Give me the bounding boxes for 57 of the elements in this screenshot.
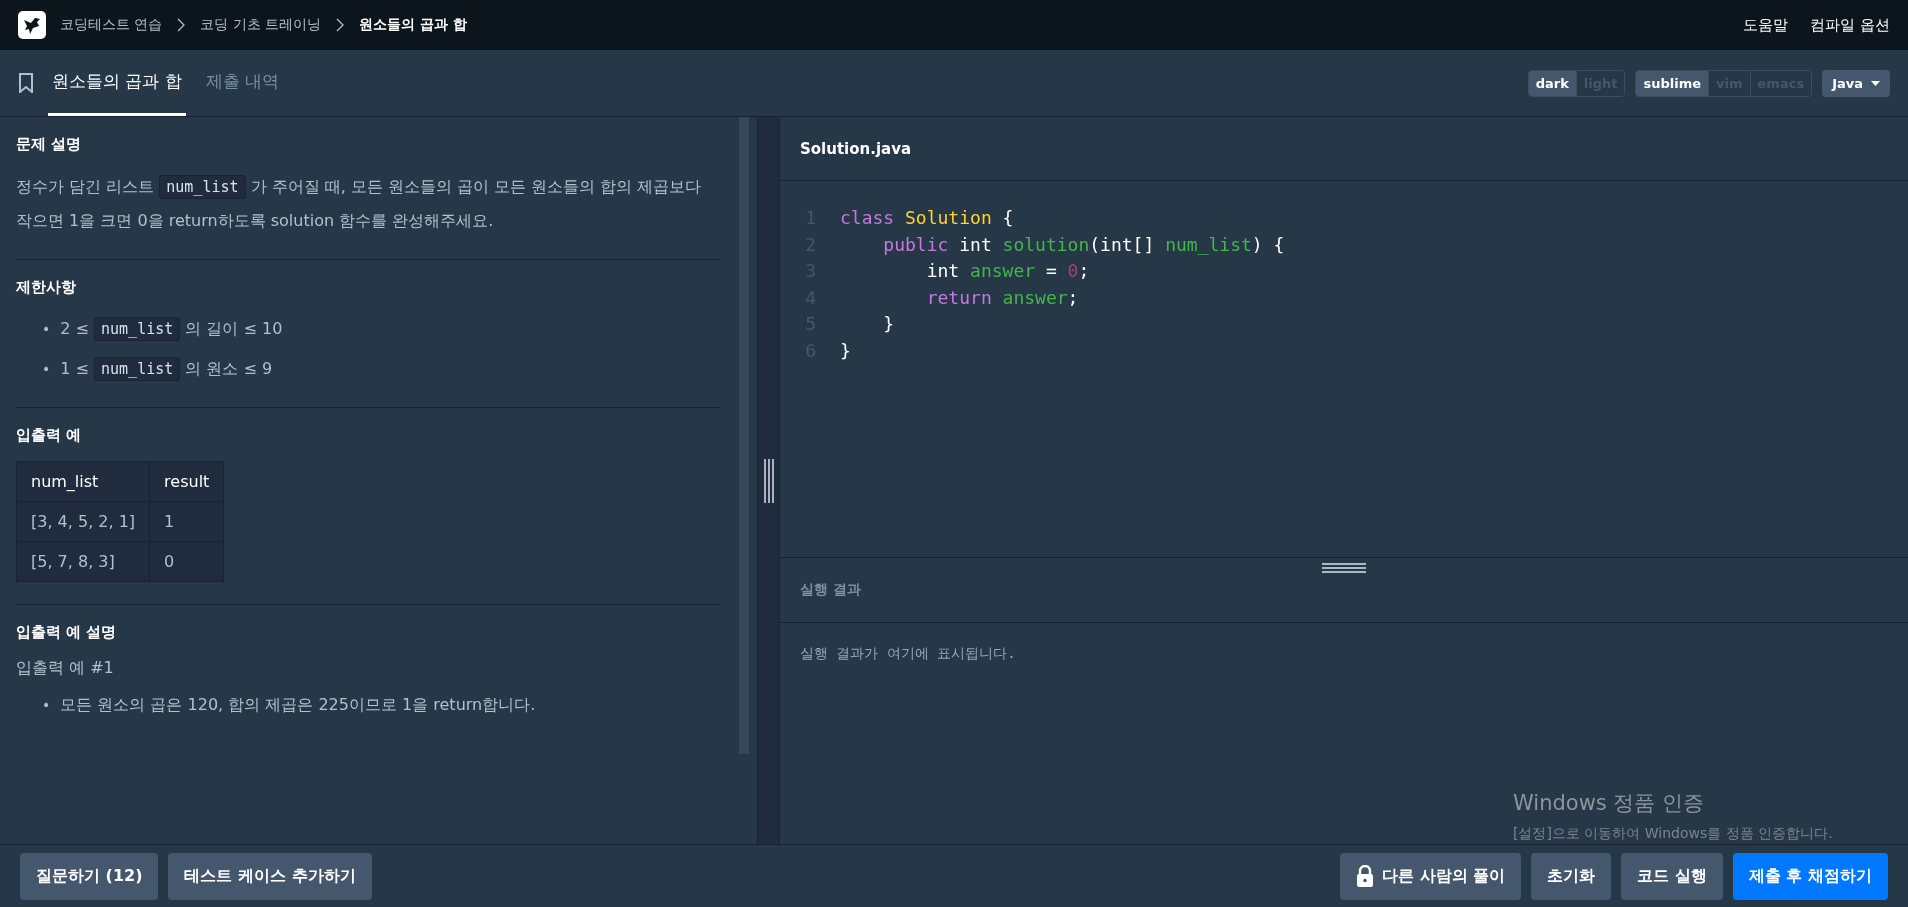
action-button[interactable]: 초기화: [1531, 852, 1612, 900]
chevron-right-icon: [335, 18, 346, 32]
result-title: 실행 결과: [800, 581, 861, 599]
tab[interactable]: 원소들의 곱과 합: [48, 50, 186, 116]
file-name: Solution.java: [800, 139, 912, 158]
language-dropdown[interactable]: Java: [1822, 69, 1890, 97]
tab[interactable]: 제출 내역: [201, 50, 284, 116]
toggle-option[interactable]: sublime: [1636, 70, 1709, 96]
bullet-marker: •: [42, 321, 51, 337]
bookmark-icon[interactable]: [18, 73, 34, 93]
example-subheading: 입출력 예 #1: [16, 658, 115, 679]
bullet-item: 2 ≤ num_list 의 길이 ≤ 10: [60, 313, 283, 345]
table-cell: 1: [149, 501, 224, 542]
result-message: 실행 결과가 여기에 표시됩니다.: [800, 645, 1016, 661]
nav-link[interactable]: 컴파일 옵션: [1810, 15, 1890, 35]
section-heading: 입출력 예: [16, 426, 83, 445]
activation-notice-text: [설정]으로 이동하여 Windows를 정품 인증합니다.: [1513, 825, 1833, 843]
action-button[interactable]: 질문하기 (12): [20, 852, 159, 900]
activation-notice-title: Windows 정품 인증: [1513, 790, 1705, 817]
code-line: return answer;: [925, 285, 1079, 310]
section-heading: 문제 설명: [16, 135, 83, 154]
inline-code: num_list: [94, 317, 181, 341]
logo-icon[interactable]: [18, 11, 46, 39]
bullet-item: 1 ≤ num_list 의 원소 ≤ 9: [60, 353, 273, 385]
bullet-item: 모든 원소의 곱은 120, 합의 제곱은 225이므로 1을 return합니다.: [60, 694, 536, 716]
table-cell: [5, 7, 8, 3]: [16, 541, 150, 582]
toggle-option[interactable]: dark: [1528, 70, 1576, 96]
lock-icon: [1356, 865, 1375, 887]
action-button[interactable]: 코드 실행: [1621, 852, 1723, 900]
table-header: result: [149, 461, 224, 502]
description-text: 정수가 담긴 리스트 num_list 가 주어질 때, 모든 원소들의 곱이 모든 원소들의 합의 제곱보다 작으면 1을 크면 0을 return하도록 solution 함수를 완성해주세요.: [16, 174, 703, 232]
breadcrumb-link[interactable]: 원소들의 곱과 합: [359, 16, 468, 34]
chevron-right-icon: [176, 18, 187, 32]
caret-icon: [1871, 80, 1880, 86]
breadcrumb-link[interactable]: 코딩 기초 트레이닝: [200, 16, 322, 34]
code-line: }: [840, 338, 851, 363]
submit-button[interactable]: 제출 후 채점하기: [1732, 852, 1888, 900]
scrollbar-thumb[interactable]: [739, 117, 749, 754]
bullet-marker: •: [42, 697, 51, 713]
section-heading: 제한사항: [16, 278, 77, 297]
table-cell: [3, 4, 5, 2, 1]: [16, 501, 150, 542]
action-button[interactable]: 다른 사람의 풀이: [1340, 852, 1522, 900]
inline-code: num_list: [159, 175, 246, 199]
code-line: class Solution {: [840, 206, 1014, 230]
breadcrumb-link[interactable]: 코딩테스트 연습: [60, 16, 163, 34]
resize-handle-icon[interactable]: [1322, 562, 1366, 574]
action-button[interactable]: 테스트 케이스 추가하기: [168, 852, 372, 900]
table-cell: 0: [149, 541, 224, 582]
code-line: public int solution(int[] num_list) {: [882, 232, 1285, 257]
table-header: num_list: [16, 461, 150, 502]
inline-code: num_list: [94, 357, 181, 381]
bullet-marker: •: [42, 361, 51, 377]
section-heading: 입출력 예 설명: [16, 623, 118, 642]
nav-link[interactable]: 도움말: [1743, 15, 1789, 35]
resize-handle-icon[interactable]: [762, 458, 775, 503]
code-line: int answer = 0;: [925, 259, 1090, 283]
code-line: }: [882, 312, 895, 336]
